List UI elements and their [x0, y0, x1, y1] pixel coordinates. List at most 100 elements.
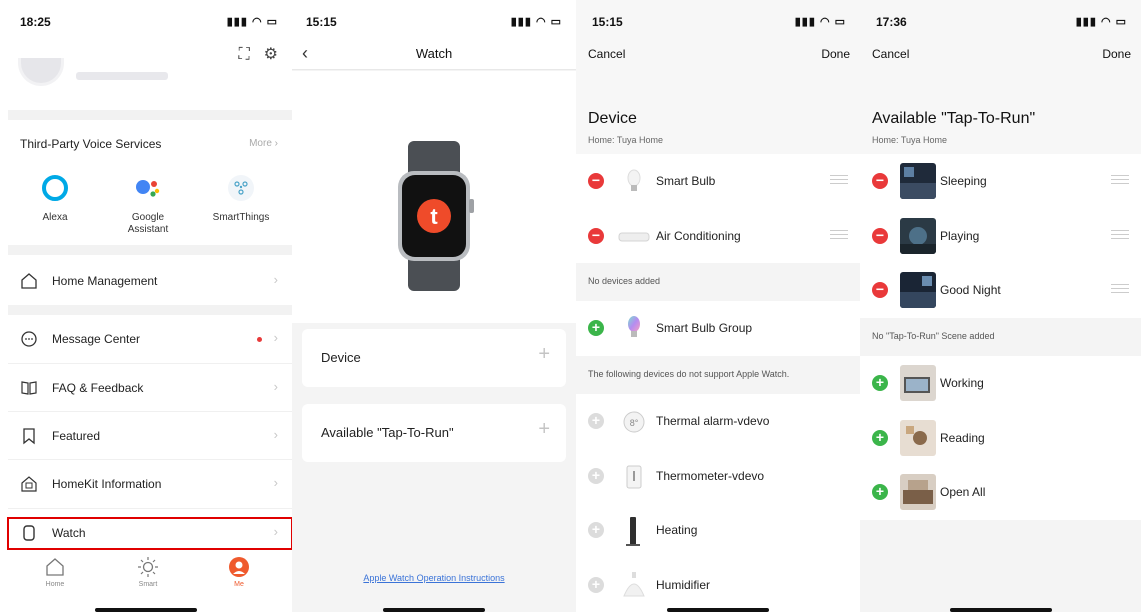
playing-scene-image — [900, 218, 936, 254]
smartthings-icon — [228, 175, 254, 201]
drag-handle-icon[interactable] — [830, 230, 848, 239]
good-night-scene-image — [900, 272, 936, 308]
scene-label: Reading — [940, 431, 985, 445]
device-row-heating: + Heating — [576, 503, 860, 558]
status-bar: 15:15 ▮▮▮ ◠ ▭ — [292, 0, 576, 40]
google-assistant-icon — [136, 180, 160, 197]
menu-label: HomeKit Information — [52, 477, 162, 491]
sun-icon — [138, 557, 158, 577]
device-row-smart-bulb: − Smart Bulb — [576, 154, 860, 209]
status-system-icons: ▮▮▮ ◠ ▭ — [1075, 16, 1127, 28]
device-edit-screen: 15:15 ▮▮▮ ◠ ▭ Cancel Done Device Home: T… — [576, 0, 860, 612]
section-gap — [8, 245, 292, 255]
menu-label: FAQ & Feedback — [52, 381, 144, 395]
bulb-group-icon — [628, 316, 640, 337]
add-disabled-icon: + — [588, 413, 604, 429]
voice-services-title: Third-Party Voice Services — [20, 137, 162, 151]
drag-handle-icon[interactable] — [1111, 175, 1129, 184]
humidifier-icon — [623, 572, 645, 597]
instructions-link[interactable]: Apple Watch Operation Instructions — [292, 573, 576, 583]
section-heading: Available "Tap-To-Run" — [872, 110, 1036, 127]
cancel-button[interactable]: Cancel — [588, 47, 625, 61]
menu-message-center[interactable]: Message Center › — [8, 315, 292, 363]
watch-screen: 15:15 ▮▮▮ ◠ ▭ ‹ Watch t Device + Availab… — [292, 0, 576, 612]
tab-bar: Home Smart Me — [0, 556, 292, 606]
menu-label: Message Center — [52, 332, 141, 346]
add-icon[interactable]: + — [872, 430, 888, 446]
tap-to-run-card[interactable]: Available "Tap-To-Run" + — [302, 404, 566, 462]
voice-service-smartthings[interactable]: SmartThings — [196, 172, 286, 224]
tab-me[interactable]: Me — [209, 556, 269, 588]
done-button[interactable]: Done — [1102, 47, 1131, 61]
status-bar: 18:25 ▮▮▮ ◠ ▭ — [0, 0, 292, 40]
voice-service-label: SmartThings — [212, 212, 270, 223]
scene-label: Playing — [940, 229, 980, 243]
sleeping-scene-image — [900, 163, 936, 199]
home-name: Home: Tuya Home — [872, 135, 948, 145]
remove-icon[interactable]: − — [588, 173, 604, 189]
user-name-blurred — [76, 72, 168, 80]
edit-nav-bar: Cancel Done — [860, 40, 1141, 70]
top-actions: ⛶ ⚙ — [224, 44, 278, 64]
voice-services-more-link[interactable]: More › — [249, 138, 278, 149]
drag-handle-icon[interactable] — [830, 175, 848, 184]
device-label: Heating — [656, 523, 698, 537]
device-row-thermometer: + Thermometer-vdevo — [576, 449, 860, 504]
remove-icon[interactable]: − — [872, 173, 888, 189]
apple-watch-illustration: t — [398, 141, 474, 291]
status-time: 15:15 — [306, 15, 337, 29]
drag-handle-icon[interactable] — [1111, 230, 1129, 239]
menu-faq-feedback[interactable]: FAQ & Feedback › — [8, 363, 292, 411]
device-label: Thermometer-vdevo — [656, 469, 765, 483]
voice-service-alexa[interactable]: Alexa — [10, 172, 100, 224]
add-disabled-icon: + — [588, 468, 604, 484]
working-scene-image — [900, 365, 936, 401]
device-label: Smart Bulb Group — [656, 321, 753, 335]
open-all-scene-image — [900, 474, 936, 510]
menu-label: Featured — [52, 429, 101, 443]
plus-icon[interactable]: + — [538, 343, 550, 366]
section-gap — [8, 110, 292, 120]
status-bar: 17:36 ▮▮▮ ◠ ▭ — [860, 0, 1141, 40]
thermal-alarm-icon: 8° — [623, 411, 645, 433]
watch-highlight-box — [7, 517, 292, 550]
scene-row-open-all: + Open All — [860, 465, 1141, 520]
section-text: The following devices do not support App… — [588, 369, 790, 379]
remove-icon[interactable]: − — [872, 282, 888, 298]
remove-icon[interactable]: − — [872, 228, 888, 244]
scan-icon[interactable]: ⛶ — [238, 46, 249, 63]
menu-label: Home Management — [52, 274, 158, 288]
status-time: 17:36 — [876, 15, 907, 29]
plus-icon[interactable]: + — [538, 418, 550, 441]
device-card[interactable]: Device + — [302, 329, 566, 387]
chevron-right-icon: › — [273, 475, 278, 490]
chevron-right-icon: › — [273, 272, 278, 287]
scene-header: Available "Tap-To-Run" Home: Tuya Home — [860, 70, 1141, 158]
chevron-right-icon: › — [273, 330, 278, 345]
menu-home-management[interactable]: Home Management › — [8, 257, 292, 305]
heater-icon — [626, 517, 640, 546]
add-disabled-icon: + — [588, 577, 604, 593]
menu-homekit-information[interactable]: HomeKit Information › — [8, 459, 292, 507]
menu-featured[interactable]: Featured › — [8, 411, 292, 459]
remove-icon[interactable]: − — [588, 228, 604, 244]
drag-handle-icon[interactable] — [1111, 284, 1129, 293]
scene-edit-screen: 17:36 ▮▮▮ ◠ ▭ Cancel Done Available "Tap… — [860, 0, 1141, 612]
done-button[interactable]: Done — [821, 47, 850, 61]
scene-label: Working — [940, 376, 984, 390]
home-name: Home: Tuya Home — [588, 135, 664, 145]
tab-home[interactable]: Home — [25, 556, 85, 588]
device-row-air-conditioning: − Air Conditioning — [576, 209, 860, 264]
add-icon[interactable]: + — [872, 375, 888, 391]
scene-row-working: + Working — [860, 356, 1141, 411]
settings-icon[interactable]: ⚙ — [264, 46, 278, 63]
add-icon[interactable]: + — [588, 320, 604, 336]
message-icon — [21, 331, 37, 347]
tab-smart[interactable]: Smart — [118, 556, 178, 588]
voice-service-google-assistant[interactable]: Google Assistant — [103, 172, 193, 236]
avatar[interactable] — [18, 58, 64, 86]
home-tab-icon — [46, 558, 64, 576]
add-icon[interactable]: + — [872, 484, 888, 500]
chevron-right-icon: › — [273, 427, 278, 442]
cancel-button[interactable]: Cancel — [872, 47, 909, 61]
